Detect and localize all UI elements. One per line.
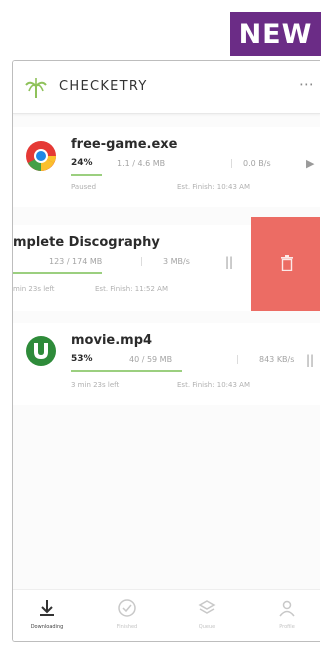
nav-tab-finished[interactable]: Finished: [97, 598, 157, 630]
app-title: CHECKETRY: [59, 79, 148, 94]
download-size: 1.1 / 4.6 MB: [117, 159, 166, 168]
file-name: mplete Discography: [13, 235, 160, 250]
app-window: CHECKETRY ⋯ free-game.exe 24% 1.1 / 4.6 …: [12, 60, 320, 642]
new-badge: NEW: [230, 12, 321, 56]
file-name: free-game.exe: [71, 137, 178, 152]
download-percent: 24%: [71, 158, 93, 168]
delete-button[interactable]: [251, 217, 320, 311]
app-header: CHECKETRY ⋯: [13, 61, 320, 114]
estimated-finish: Est. Finish: 11:52 AM: [95, 285, 169, 293]
divider: [141, 257, 142, 266]
pause-icon[interactable]: ||: [306, 353, 314, 367]
progress-bar: [71, 370, 182, 372]
nav-tab-queue[interactable]: Queue: [177, 598, 237, 630]
nav-tab-downloading[interactable]: Downloading: [17, 598, 77, 630]
download-speed: 843 KB/s: [259, 355, 295, 364]
estimated-finish: Est. Finish: 10:43 AM: [177, 183, 251, 191]
play-icon[interactable]: ▶: [306, 157, 314, 170]
check-circle-icon: [118, 599, 136, 617]
download-icon: [40, 600, 54, 616]
more-options-icon[interactable]: ⋯: [299, 75, 315, 93]
download-status: Paused: [71, 183, 97, 191]
divider: [237, 355, 238, 364]
download-size: 123 / 174 MB: [49, 257, 103, 266]
download-size: 40 / 59 MB: [129, 355, 173, 364]
time-left: min 23s left: [13, 285, 55, 293]
nav-tab-profile[interactable]: Profile: [257, 598, 317, 630]
nav-label: Profile: [279, 624, 295, 630]
estimated-finish: Est. Finish: 10:43 AM: [177, 381, 251, 389]
chrome-icon: [26, 141, 56, 171]
nav-label: Downloading: [30, 624, 64, 630]
download-speed: 3 MB/s: [163, 257, 190, 266]
download-item-free-game[interactable]: free-game.exe 24% 1.1 / 4.6 MB 0.0 B/s P…: [13, 127, 320, 207]
palm-tree-logo-icon: [25, 78, 47, 98]
pause-icon[interactable]: ||: [225, 255, 233, 269]
file-name: movie.mp4: [71, 333, 153, 348]
download-item-movie[interactable]: movie.mp4 53% 40 / 59 MB 843 KB/s 3 min …: [13, 323, 320, 405]
bottom-nav: Downloading Finished Queue Profile: [13, 589, 320, 641]
progress-bar: [13, 272, 102, 274]
user-icon: [279, 600, 295, 617]
time-left: 3 min 23s left: [71, 381, 120, 389]
nav-label: Queue: [198, 624, 216, 630]
divider: [231, 159, 232, 168]
download-item-discography[interactable]: mplete Discography 123 / 174 MB 3 MB/s m…: [13, 225, 253, 311]
download-speed: 0.0 B/s: [243, 159, 271, 168]
stack-icon: [198, 600, 216, 614]
utorrent-icon: [26, 336, 56, 366]
download-percent: 53%: [71, 354, 93, 364]
progress-bar: [71, 174, 102, 176]
trash-icon: [281, 255, 293, 271]
nav-label: Finished: [116, 624, 138, 630]
